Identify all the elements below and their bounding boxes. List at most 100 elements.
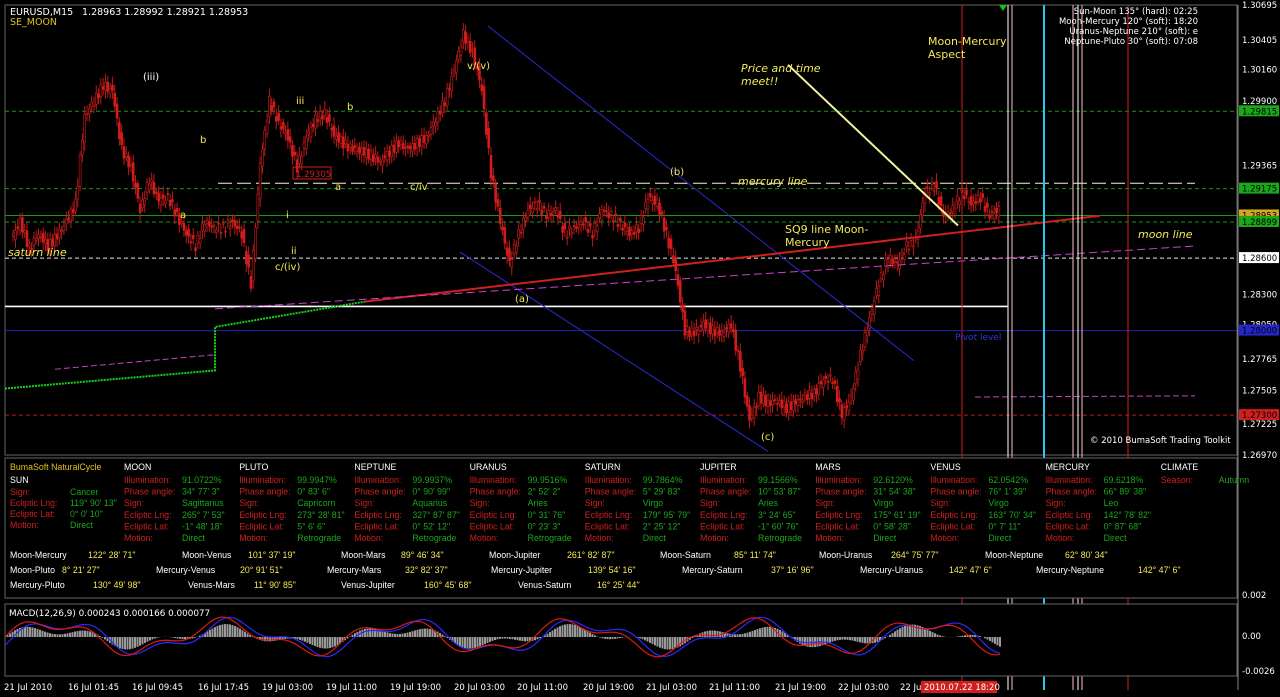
candle-body (789, 401, 793, 411)
nc-planet-key: Motion: (700, 533, 729, 543)
candle-body (533, 201, 537, 204)
candle-body (642, 216, 645, 225)
candle-body (305, 137, 308, 150)
candle-body (912, 245, 915, 248)
candle-body (83, 114, 87, 143)
candle-body (247, 254, 250, 268)
nc-planet-name: MOON (124, 462, 151, 472)
nc-planet-key: Ecliptic Lat: (354, 521, 399, 531)
nc-planet-val: 99.9937% (412, 475, 452, 485)
candle-body (164, 200, 167, 205)
candle-body (217, 222, 220, 225)
candle-body (141, 199, 144, 208)
nc-planet-key: Ecliptic Lat: (585, 521, 630, 531)
candle-body (210, 225, 213, 228)
candle-body (99, 84, 103, 97)
candle-body (122, 146, 126, 159)
candle-body (748, 405, 751, 421)
nc-sun-val: Direct (70, 520, 94, 530)
nc-planet-name: VENUS (930, 462, 960, 472)
candle-body (69, 208, 73, 222)
nc-pair-value: 101° 37' 19" (248, 550, 295, 560)
candle-body (256, 193, 260, 222)
aspect-line-2: Uranus-Neptune 210° (soft): e (1069, 27, 1198, 37)
candle-body (946, 211, 950, 215)
nc-pair-value: 37° 16' 96" (771, 565, 814, 575)
nc-planet-val: 5° 29' 83" (643, 487, 681, 497)
candle-body (157, 192, 160, 202)
candle-body (307, 131, 310, 134)
candle-body (729, 323, 733, 329)
candle-body (665, 226, 668, 231)
nc-planet-val: 92.6120% (873, 475, 913, 485)
candle-body (584, 216, 587, 223)
nc-planet-key: Illumination: (815, 475, 862, 485)
candle-body (561, 226, 564, 233)
nc-planet-key: Ecliptic Lat: (470, 521, 515, 531)
candle-body (92, 104, 96, 107)
candle-body (355, 150, 359, 155)
candle-body (646, 198, 650, 210)
candle-body (335, 135, 338, 140)
candle-body (404, 147, 407, 149)
candle-body (787, 401, 791, 414)
nc-pair-name: Mercury-Venus (156, 565, 216, 575)
nc-planet-val: 99.9516% (528, 475, 568, 485)
nc-planet-key: Ecliptic Lng: (930, 510, 977, 520)
label-mercury_line: mercury line (738, 175, 808, 188)
nc-planet-name: URANUS (470, 462, 507, 472)
nc-planet-val: Retrograde (412, 533, 456, 543)
candle-body (233, 220, 237, 227)
candle-body (457, 50, 460, 60)
candle-body (212, 224, 216, 227)
candle-body (34, 238, 38, 241)
candle-body (893, 261, 897, 263)
candle-body (399, 140, 403, 145)
candle-body (281, 122, 285, 130)
candle-body (919, 214, 922, 229)
candle-body (672, 255, 675, 263)
candle-body (769, 400, 772, 407)
candle-body (145, 182, 149, 193)
candle-body (298, 154, 301, 164)
candle-body (708, 322, 712, 334)
nc-planet-val: 69.6218% (1104, 475, 1144, 485)
candle-body (829, 374, 832, 377)
candle-body (775, 402, 779, 405)
candle-body (692, 330, 696, 337)
candle-body (168, 199, 172, 207)
nc-planet-name: CLIMATE (1161, 462, 1199, 472)
candle-body (552, 211, 555, 215)
nc-planet-val: Aries (528, 498, 549, 508)
candle-body (602, 210, 606, 212)
label-moon_mercury_aspect2: Aspect (928, 48, 966, 61)
nc-pair-value: 139° 54' 16" (588, 565, 635, 575)
candle-body (346, 143, 350, 152)
candle-body (466, 38, 470, 42)
candle-body (254, 227, 257, 259)
candle-body (621, 227, 624, 231)
candle-body (235, 225, 239, 230)
candle-body (203, 223, 207, 232)
candle-body (71, 209, 75, 214)
candle-body (882, 274, 885, 281)
time-tick-label: 21 Jul 19:00 (775, 683, 826, 693)
nc-planet-val: Direct (643, 533, 667, 543)
label-wave_v: v/(v) (467, 61, 490, 72)
candle-body (992, 213, 996, 220)
candle-body (644, 201, 647, 210)
label-wave_c_paren: (c) (761, 432, 774, 443)
candle-body (353, 145, 357, 148)
nc-planet-val: 0° 31' 76" (528, 510, 566, 520)
candle-body (510, 259, 514, 268)
candle-body (681, 304, 684, 313)
candle-body (25, 230, 29, 247)
candle-body (755, 406, 758, 408)
candle-body (591, 234, 594, 239)
nc-planet-val: 3° 24' 65" (758, 510, 796, 520)
nc-sun-key: Sign: (10, 487, 30, 497)
candle-body (720, 331, 724, 335)
candle-body (459, 46, 463, 56)
candle-body (715, 327, 719, 333)
candle-body (854, 371, 858, 384)
